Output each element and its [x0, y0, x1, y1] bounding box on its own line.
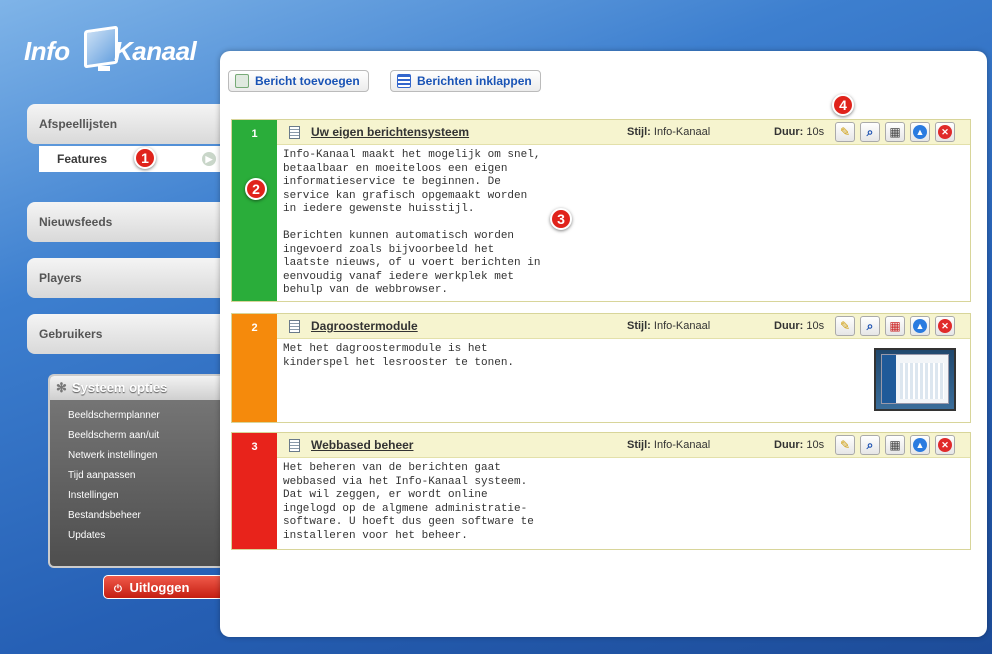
sidebar-item-players[interactable]: Players [27, 258, 222, 298]
message-duration-3: Duur: 10s [774, 439, 824, 451]
message-header-1: Uw eigen berichtensysteem Stijl: Info-Ka… [277, 120, 970, 145]
message-number-3: 3 [251, 441, 258, 453]
annotation-badge-4: 4 [832, 94, 854, 116]
delete-icon[interactable]: ✕ [935, 316, 955, 336]
document-icon [289, 320, 300, 333]
list-icon [397, 74, 411, 88]
arrow-right-icon[interactable]: ▶ [202, 152, 216, 166]
duration-value: 10s [806, 126, 825, 138]
monitor-stand [98, 66, 110, 71]
message-number-2: 2 [251, 322, 258, 334]
duration-label: Duur: [774, 439, 804, 451]
style-value: Info-Kanaal [653, 126, 711, 138]
delete-icon[interactable]: ✕ [935, 435, 955, 455]
annotation-badge-3: 3 [550, 208, 572, 230]
message-card-2: 2 Dagroostermodule Stijl: Info-Kanaal Du… [231, 313, 971, 423]
logout-label: Uitloggen [129, 580, 190, 595]
preview-icon[interactable]: ⌕ [860, 435, 880, 455]
sidebar-item-gebruikers[interactable]: Gebruikers [27, 314, 222, 354]
message-number-1: 1 [251, 128, 258, 140]
duration-label: Duur: [774, 126, 804, 138]
system-options-title: Systeem opties [72, 380, 168, 395]
message-actions-3: ✎ ⌕ ▦ ▲ ✕ [835, 435, 955, 456]
message-header-3: Webbased beheer Stijl: Info-Kanaal Duur:… [277, 433, 970, 458]
message-title-3[interactable]: Webbased beheer [311, 438, 413, 452]
message-header-2: Dagroostermodule Stijl: Info-Kanaal Duur… [277, 314, 970, 339]
system-options-header: ✻ Systeem opties [50, 376, 224, 400]
collapse-messages-label: Berichten inklappen [417, 74, 532, 88]
system-option-tijd[interactable]: Tijd aanpassen [68, 468, 224, 488]
sidebar: Afspeellijsten Features 1 ▶ Nieuwsfeeds … [27, 104, 222, 354]
message-style-3: Stijl: Info-Kanaal [627, 439, 710, 451]
system-option-instellingen[interactable]: Instellingen [68, 488, 224, 508]
system-option-beeldscherm-aan-uit[interactable]: Beeldscherm aan/uit [68, 428, 224, 448]
sidebar-item-nieuwsfeeds[interactable]: Nieuwsfeeds [27, 202, 222, 242]
message-duration-2: Duur: 10s [774, 320, 824, 332]
logo-text-info: Info [24, 36, 70, 66]
thumbnail-screen [881, 354, 949, 404]
gear-icon: ✻ [56, 380, 67, 395]
main-panel: Bericht toevoegen Berichten inklappen 4 … [220, 51, 987, 637]
system-option-updates[interactable]: Updates [68, 528, 224, 548]
media-icon[interactable]: ▦ [885, 435, 905, 455]
logo-text-kanaal: Kanaal [114, 36, 197, 66]
sidebar-subitem-features[interactable]: Features 1 ▶ [39, 146, 222, 172]
preview-icon[interactable]: ⌕ [860, 316, 880, 336]
move-up-icon[interactable]: ▲ [910, 435, 930, 455]
system-option-beeldschermplanner[interactable]: Beeldschermplanner [68, 408, 224, 428]
annotation-badge-1: 1 [134, 147, 156, 169]
message-actions-1: ✎ ⌕ ▦ ▲ ✕ [835, 122, 955, 143]
delete-icon[interactable]: ✕ [935, 122, 955, 142]
message-body-2: Met het dagroostermodule is het kindersp… [283, 343, 515, 369]
monitor-icon [84, 25, 118, 69]
power-icon: ⏻ [114, 584, 122, 595]
system-option-bestandsbeheer[interactable]: Bestandsbeheer [68, 508, 224, 528]
add-document-icon [235, 74, 249, 88]
style-label: Stijl: [627, 126, 651, 138]
message-body-3: Het beheren van de berichten gaat webbas… [283, 462, 534, 542]
screenshot-thumbnail [874, 348, 956, 411]
duration-value: 10s [806, 439, 825, 451]
system-option-netwerk[interactable]: Netwerk instellingen [68, 448, 224, 468]
system-options-list: Beeldschermplanner Beeldscherm aan/uit N… [50, 400, 224, 548]
move-up-icon[interactable]: ▲ [910, 122, 930, 142]
message-duration-1: Duur: 10s [774, 126, 824, 138]
message-style-2: Stijl: Info-Kanaal [627, 320, 710, 332]
add-message-label: Bericht toevoegen [255, 74, 360, 88]
edit-icon[interactable]: ✎ [835, 122, 855, 142]
move-up-icon[interactable]: ▲ [910, 316, 930, 336]
duration-label: Duur: [774, 320, 804, 332]
document-icon [289, 439, 300, 452]
style-label: Stijl: [627, 439, 651, 451]
message-number-bar-1: 1 2 [232, 120, 277, 301]
collapse-messages-button[interactable]: Berichten inklappen [390, 70, 541, 92]
duration-value: 10s [806, 320, 825, 332]
preview-icon[interactable]: ⌕ [860, 122, 880, 142]
style-label: Stijl: [627, 320, 651, 332]
message-card-1: 1 2 Uw eigen berichtensysteem Stijl: Inf… [231, 119, 971, 302]
message-title-2[interactable]: Dagroostermodule [311, 319, 418, 333]
system-options-panel: ✻ Systeem opties Beeldschermplanner Beel… [48, 374, 224, 568]
message-number-bar-3: 3 [232, 433, 277, 549]
message-body-1: Info-Kanaal maakt het mogelijk om snel, … [283, 149, 541, 296]
sidebar-subitem-label: Features [57, 152, 108, 166]
app-logo: Info Kanaal [22, 22, 212, 72]
media-remove-icon[interactable]: ▦ [885, 316, 905, 336]
message-card-3: 3 Webbased beheer Stijl: Info-Kanaal Duu… [231, 432, 971, 550]
style-value: Info-Kanaal [653, 320, 711, 332]
edit-icon[interactable]: ✎ [835, 435, 855, 455]
message-title-1[interactable]: Uw eigen berichtensysteem [311, 125, 469, 139]
add-message-button[interactable]: Bericht toevoegen [228, 70, 369, 92]
edit-icon[interactable]: ✎ [835, 316, 855, 336]
style-value: Info-Kanaal [653, 439, 711, 451]
sidebar-item-afspeellijsten[interactable]: Afspeellijsten [27, 104, 222, 144]
media-icon[interactable]: ▦ [885, 122, 905, 142]
document-icon [289, 126, 300, 139]
message-style-1: Stijl: Info-Kanaal [627, 126, 710, 138]
logout-button[interactable]: ⏻ Uitloggen [103, 575, 223, 599]
annotation-badge-2: 2 [245, 178, 267, 200]
message-actions-2: ✎ ⌕ ▦ ▲ ✕ [835, 316, 955, 337]
message-number-bar-2: 2 [232, 314, 277, 422]
